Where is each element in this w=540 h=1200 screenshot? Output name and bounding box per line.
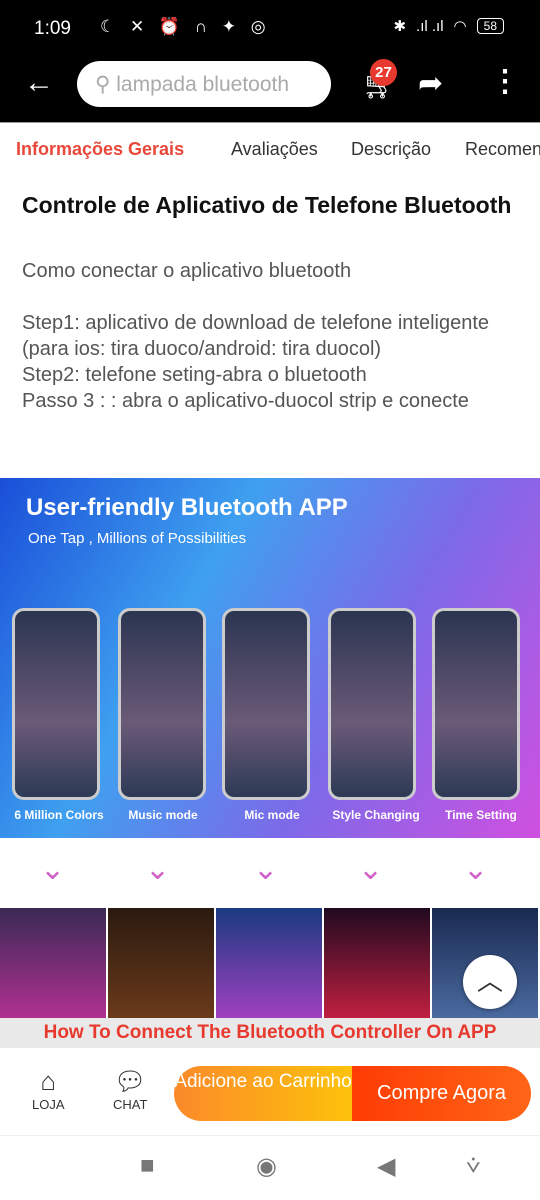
tab-avaliacoes[interactable]: Avaliações (231, 139, 318, 160)
more-options-icon[interactable]: ⋮ (490, 64, 520, 99)
recents-icon[interactable]: ■ (140, 1152, 155, 1180)
photo (324, 908, 430, 1018)
photo (0, 908, 106, 1018)
chevron-row: ⌄ ⌄ ⌄ ⌄ ⌄ (0, 838, 540, 908)
home-icon[interactable]: ◉ (256, 1152, 277, 1181)
tab-bar: Informações Gerais Avaliações Descrição … (0, 122, 540, 172)
hero-title: User-friendly Bluetooth APP (26, 494, 348, 521)
photo (216, 908, 322, 1018)
chat-icon: 💬︎ (113, 1066, 147, 1096)
back-arrow-icon[interactable]: ← (24, 66, 54, 100)
chevron-down-icon: ⌄ (358, 853, 384, 886)
chevron-down-icon: ⌄ (145, 853, 171, 886)
phone-mockup (222, 608, 310, 800)
notification-icons: ☾ ✕ ⏰ ∩ ✦ ◎ (100, 17, 271, 36)
chat-button[interactable]: 💬︎ CHAT (113, 1066, 147, 1112)
product-photo-strip (0, 908, 540, 1018)
chevron-down-icon: ⌄ (40, 853, 66, 886)
tab-informacoes-gerais[interactable]: Informações Gerais (16, 139, 184, 160)
accessibility-icon[interactable]: ⩒ (466, 1152, 481, 1180)
battery-icon: 58 (476, 18, 504, 34)
chevron-down-icon: ⌄ (463, 853, 489, 886)
search-icon: ⚲ (95, 73, 111, 96)
search-input[interactable]: ⚲ lampada bluetooth (77, 61, 331, 107)
system-nav-bar: ■ ◉ ◀ ⩒ (0, 1136, 540, 1200)
phone-mockup (12, 608, 100, 800)
caption: Mic mode (244, 808, 300, 822)
bluetooth-icon: ✱ (393, 18, 407, 35)
product-image-app: User-friendly Bluetooth APP One Tap , Mi… (0, 478, 540, 838)
share-icon[interactable]: ➦ (418, 66, 443, 101)
photo (108, 908, 214, 1018)
status-bar: 1:09 ☾ ✕ ⏰ ∩ ✦ ◎ ✱ .ıl .ıl ◠ 58 (0, 0, 540, 50)
caption: Music mode (128, 808, 198, 822)
paragraph: Step2: telefone seting-abra o bluetooth (22, 364, 367, 386)
phone-mockup (118, 608, 206, 800)
paragraph: Step1: aplicativo de download de telefon… (22, 312, 490, 360)
phone-mockup (328, 608, 416, 800)
description: Controle de Aplicativo de Telefone Bluet… (22, 190, 522, 414)
cart-badge: 27 (370, 59, 397, 86)
phone-mockup (432, 608, 520, 800)
clock: 1:09 (34, 18, 71, 39)
paragraph: Como conectar o aplicativo bluetooth (22, 260, 352, 282)
bottom-action-bar: ⌂ LOJA 💬︎ CHAT Adicione ao Carrinho Compre… (0, 1050, 540, 1136)
caption: 6 Million Colors (14, 808, 104, 822)
caption: Style Changing (332, 808, 420, 822)
connect-banner: How To Connect The Bluetooth Controller … (0, 1018, 540, 1048)
add-to-cart-button[interactable]: Adicione ao Carrinho (174, 1066, 352, 1121)
back-icon[interactable]: ◀ (377, 1152, 395, 1181)
caption: Time Setting (445, 808, 517, 822)
buy-now-button[interactable]: Compre Agora (352, 1066, 531, 1121)
hero-subtitle: One Tap , Millions of Possibilities (28, 530, 247, 547)
signal-icon: .ıl .ıl (416, 17, 444, 35)
store-icon: ⌂ (40, 1066, 57, 1096)
tab-descricao[interactable]: Descrição (351, 139, 431, 160)
scroll-to-top-button[interactable]: ︿ (463, 955, 517, 1009)
chevron-down-icon: ⌄ (253, 853, 279, 886)
section-title: Controle de Aplicativo de Telefone Bluet… (22, 192, 512, 218)
paragraph: Passo 3 : : abra o aplicativo-duocol str… (22, 390, 469, 412)
tab-recomendados[interactable]: Recomen (465, 139, 540, 160)
store-button[interactable]: ⌂ LOJA (32, 1066, 65, 1112)
top-bar: ← ⚲ lampada bluetooth 🛒︎ 27 ➦ ⋮ (0, 50, 540, 122)
wifi-icon: ◠ (453, 18, 467, 35)
